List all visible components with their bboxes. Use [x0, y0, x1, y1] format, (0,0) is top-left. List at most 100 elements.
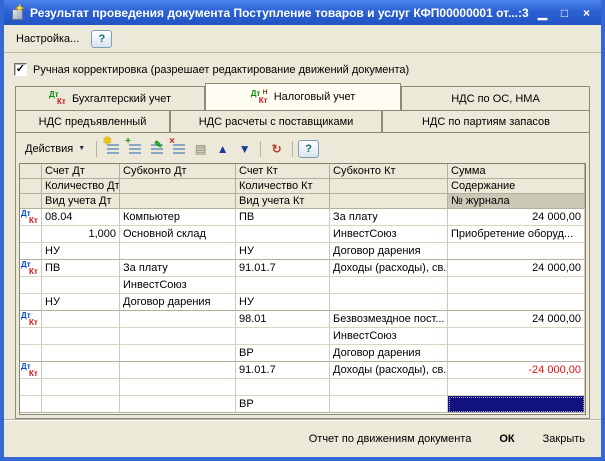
sum-cell[interactable]: 24 000,00 — [448, 311, 585, 328]
edit-row-button[interactable]: ✎ — [146, 139, 167, 158]
account-dt-cell[interactable] — [42, 277, 120, 294]
sum-cell[interactable] — [448, 396, 585, 413]
account-kt-cell[interactable]: 91.01.7 — [236, 260, 330, 277]
subconto-dt-cell[interactable] — [120, 243, 236, 260]
subconto-kt-cell[interactable]: Доходы (расходы), св... — [330, 362, 448, 379]
movement-row[interactable]: ВР Договор дарения — [20, 345, 585, 362]
tab-vat-os-nma[interactable]: НДС по ОС, НМА — [401, 86, 590, 110]
sum-cell[interactable] — [448, 328, 585, 345]
delete-row-button[interactable]: × — [168, 137, 189, 158]
tab-vat-supplier-settlements[interactable]: НДС расчеты с поставщиками — [170, 110, 382, 133]
account-kt-cell[interactable]: НУ — [236, 243, 330, 260]
close-button[interactable]: × — [578, 4, 595, 22]
ok-button[interactable]: ОК — [495, 431, 518, 447]
subconto-kt-cell[interactable] — [330, 277, 448, 294]
subconto-dt-cell[interactable]: ИнвестСоюз — [120, 277, 236, 294]
menu-settings[interactable]: Настройка... — [14, 31, 81, 47]
account-kt-cell[interactable]: 91.01.7 — [236, 362, 330, 379]
sum-cell[interactable] — [448, 345, 585, 362]
movement-row[interactable]: Дт Кт ПВ За плату 91.01.7 Доходы (расходы), с… — [20, 260, 585, 277]
account-dt-cell[interactable] — [42, 345, 120, 362]
movement-row[interactable]: НУ Договор дарения НУ — [20, 294, 585, 311]
subconto-kt-cell[interactable] — [330, 379, 448, 396]
sum-cell[interactable]: 24 000,00 — [448, 260, 585, 277]
account-dt-cell[interactable]: 1,000 — [42, 226, 120, 243]
movement-row[interactable]: Дт Кт 91.01.7 Доходы (расходы), св... -24 00… — [20, 362, 585, 379]
tab-tax-accounting[interactable]: Дт Н Кт Налоговый учет — [205, 83, 401, 110]
account-dt-cell[interactable] — [42, 362, 120, 379]
move-up-button[interactable]: ▲ — [212, 139, 233, 158]
copy-row-button[interactable]: + — [124, 137, 145, 158]
account-kt-cell[interactable] — [236, 379, 330, 396]
subconto-kt-cell[interactable] — [330, 396, 448, 413]
subconto-kt-cell[interactable]: Доходы (расходы), св... — [330, 260, 448, 277]
refresh-button[interactable]: ↻ — [266, 139, 287, 158]
sum-cell[interactable]: Приобретение оборуд... — [448, 226, 585, 243]
sum-cell[interactable] — [448, 277, 585, 294]
movements-grid[interactable]: Счет Дт Субконто Дт Счет Кт Субконто Кт Сумм… — [19, 163, 586, 415]
menu-bar: Настройка... ? — [4, 25, 601, 53]
account-kt-cell[interactable]: ВР — [236, 396, 330, 413]
close-window-button[interactable]: Закрыть — [539, 431, 589, 447]
subconto-dt-cell[interactable]: Договор дарения — [120, 294, 236, 311]
add-row-button[interactable]: ✱ — [102, 137, 123, 158]
account-kt-cell[interactable]: 98.01 — [236, 311, 330, 328]
sum-cell[interactable] — [448, 243, 585, 260]
subconto-kt-cell[interactable]: За плату — [330, 209, 448, 226]
report-movements-button[interactable]: Отчет по движениям документа — [305, 431, 476, 447]
tab-vat-stock-batches[interactable]: НДС по партиям запасов — [382, 110, 590, 133]
movement-row[interactable]: Дт Кт 98.01 Безвозмездное пост... 24 000,00 — [20, 311, 585, 328]
tab-vat-presented[interactable]: НДС предъявленный — [15, 110, 170, 133]
subconto-dt-cell[interactable]: Основной склад — [120, 226, 236, 243]
movement-row[interactable] — [20, 379, 585, 396]
account-kt-cell[interactable] — [236, 226, 330, 243]
movement-row[interactable]: ВР — [20, 396, 585, 413]
tab-accounting[interactable]: Дт Кт Бухгалтерский учет — [15, 86, 205, 110]
subconto-kt-cell[interactable]: Безвозмездное пост... — [330, 311, 448, 328]
movement-row[interactable]: ИнвестСоюз — [20, 328, 585, 345]
maximize-button[interactable]: □ — [556, 4, 573, 22]
toolbar-help-button[interactable]: ? — [298, 139, 320, 158]
movement-row[interactable]: 1,000 Основной склад ИнвестСоюз Приобретени… — [20, 226, 585, 243]
subconto-dt-cell[interactable]: Компьютер — [120, 209, 236, 226]
subconto-kt-cell[interactable]: ИнвестСоюз — [330, 328, 448, 345]
account-dt-cell[interactable] — [42, 396, 120, 413]
footer-bar: Отчет по движениям документа ОК Закрыть — [4, 419, 601, 457]
subconto-dt-cell[interactable] — [120, 362, 236, 379]
account-kt-cell[interactable]: ВР — [236, 345, 330, 362]
minimize-button[interactable]: ▁ — [534, 4, 551, 22]
subconto-dt-cell[interactable] — [120, 328, 236, 345]
account-kt-cell[interactable]: НУ — [236, 294, 330, 311]
account-dt-cell[interactable] — [42, 379, 120, 396]
account-dt-cell[interactable] — [42, 311, 120, 328]
manual-correction-checkbox[interactable]: ✓ — [14, 63, 27, 76]
sum-cell[interactable] — [448, 294, 585, 311]
subconto-dt-cell[interactable] — [120, 379, 236, 396]
movement-row[interactable]: НУ НУ Договор дарения — [20, 243, 585, 260]
account-kt-cell[interactable]: ПВ — [236, 209, 330, 226]
subconto-kt-cell[interactable]: Договор дарения — [330, 345, 448, 362]
movement-row[interactable]: ИнвестСоюз — [20, 277, 585, 294]
account-dt-cell[interactable]: НУ — [42, 243, 120, 260]
actions-menu-button[interactable]: Действия ▼ — [21, 141, 91, 157]
account-dt-cell[interactable]: ПВ — [42, 260, 120, 277]
account-dt-cell[interactable]: 08.04 — [42, 209, 120, 226]
subconto-dt-cell[interactable] — [120, 345, 236, 362]
sum-cell[interactable]: 24 000,00 — [448, 209, 585, 226]
sum-cell[interactable] — [448, 379, 585, 396]
subconto-kt-cell[interactable] — [330, 294, 448, 311]
account-dt-cell[interactable]: НУ — [42, 294, 120, 311]
account-kt-cell[interactable] — [236, 277, 330, 294]
account-dt-cell[interactable] — [42, 328, 120, 345]
help-button[interactable]: ? — [91, 29, 113, 48]
movement-row[interactable]: Дт Кт 08.04 Компьютер ПВ За плату 24 000,00 — [20, 209, 585, 226]
account-kt-cell[interactable] — [236, 328, 330, 345]
sum-cell[interactable]: -24 000,00 — [448, 362, 585, 379]
subconto-dt-cell[interactable]: За плату — [120, 260, 236, 277]
subconto-dt-cell[interactable] — [120, 311, 236, 328]
subconto-kt-cell[interactable]: Договор дарения — [330, 243, 448, 260]
levels-button[interactable]: ▤ — [190, 139, 211, 158]
subconto-dt-cell[interactable] — [120, 396, 236, 413]
subconto-kt-cell[interactable]: ИнвестСоюз — [330, 226, 448, 243]
move-down-button[interactable]: ▼ — [234, 139, 255, 158]
